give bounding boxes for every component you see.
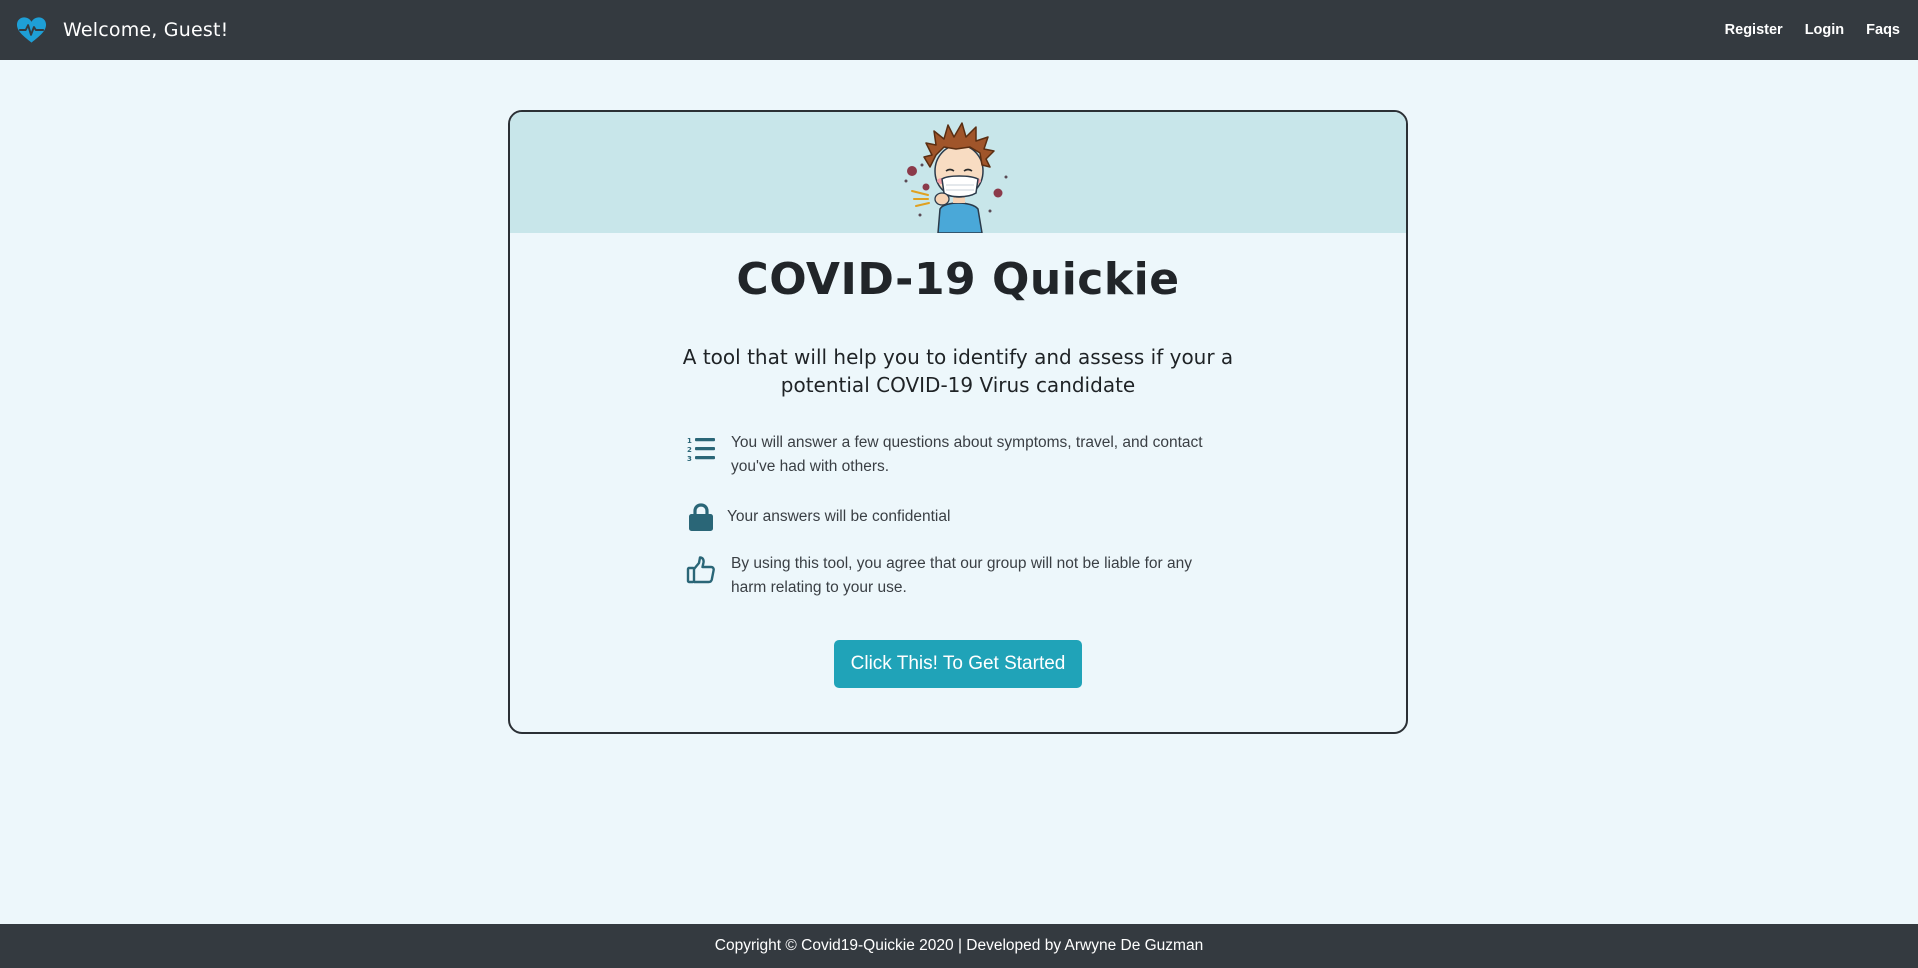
footer: Copyright © Covid19-Quickie 2020 | Devel… (0, 924, 1918, 968)
feature-text: By using this tool, you agree that our g… (731, 555, 1192, 596)
svg-text:2: 2 (687, 446, 692, 454)
button-wrapper: Click This! To Get Started (510, 640, 1406, 688)
intro-card: COVID-19 Quickie A tool that will help y… (508, 110, 1408, 734)
sneezing-kid-illustration (904, 121, 1008, 233)
numbered-list-icon: 1 2 3 (686, 434, 716, 464)
nav-link-register[interactable]: Register (1725, 22, 1783, 38)
welcome-text: Welcome, Guest! (63, 19, 229, 41)
feature-item: 1 2 3 You will answer a few questions ab… (686, 431, 1246, 479)
lock-icon (686, 502, 716, 532)
brand[interactable]: Welcome, Guest! (16, 16, 228, 44)
svg-text:1: 1 (687, 437, 692, 445)
nav-link-faqs[interactable]: Faqs (1866, 22, 1900, 38)
page-title: COVID-19 Quickie (736, 254, 1180, 305)
feature-text: Your answers will be confidential (727, 508, 951, 525)
page-subtitle: A tool that will help you to identify an… (682, 345, 1234, 397)
thumbs-up-icon (686, 555, 716, 585)
heart-pulse-icon (16, 17, 47, 43)
feature-list: 1 2 3 You will answer a few questions ab… (686, 431, 1246, 600)
svg-text:3: 3 (687, 455, 692, 463)
get-started-button[interactable]: Click This! To Get Started (833, 640, 1083, 688)
feature-item: By using this tool, you agree that our g… (686, 552, 1246, 600)
feature-item: Your answers will be confidential (686, 499, 1246, 532)
top-navbar: Welcome, Guest! Register Login Faqs (0, 0, 1918, 60)
nav-link-login[interactable]: Login (1805, 22, 1844, 38)
copyright-text: Copyright © Covid19-Quickie 2020 | Devel… (714, 937, 1204, 954)
card-header (510, 112, 1406, 233)
feature-text: You will answer a few questions about sy… (731, 434, 1203, 475)
nav-links: Register Login Faqs (1703, 22, 1900, 38)
